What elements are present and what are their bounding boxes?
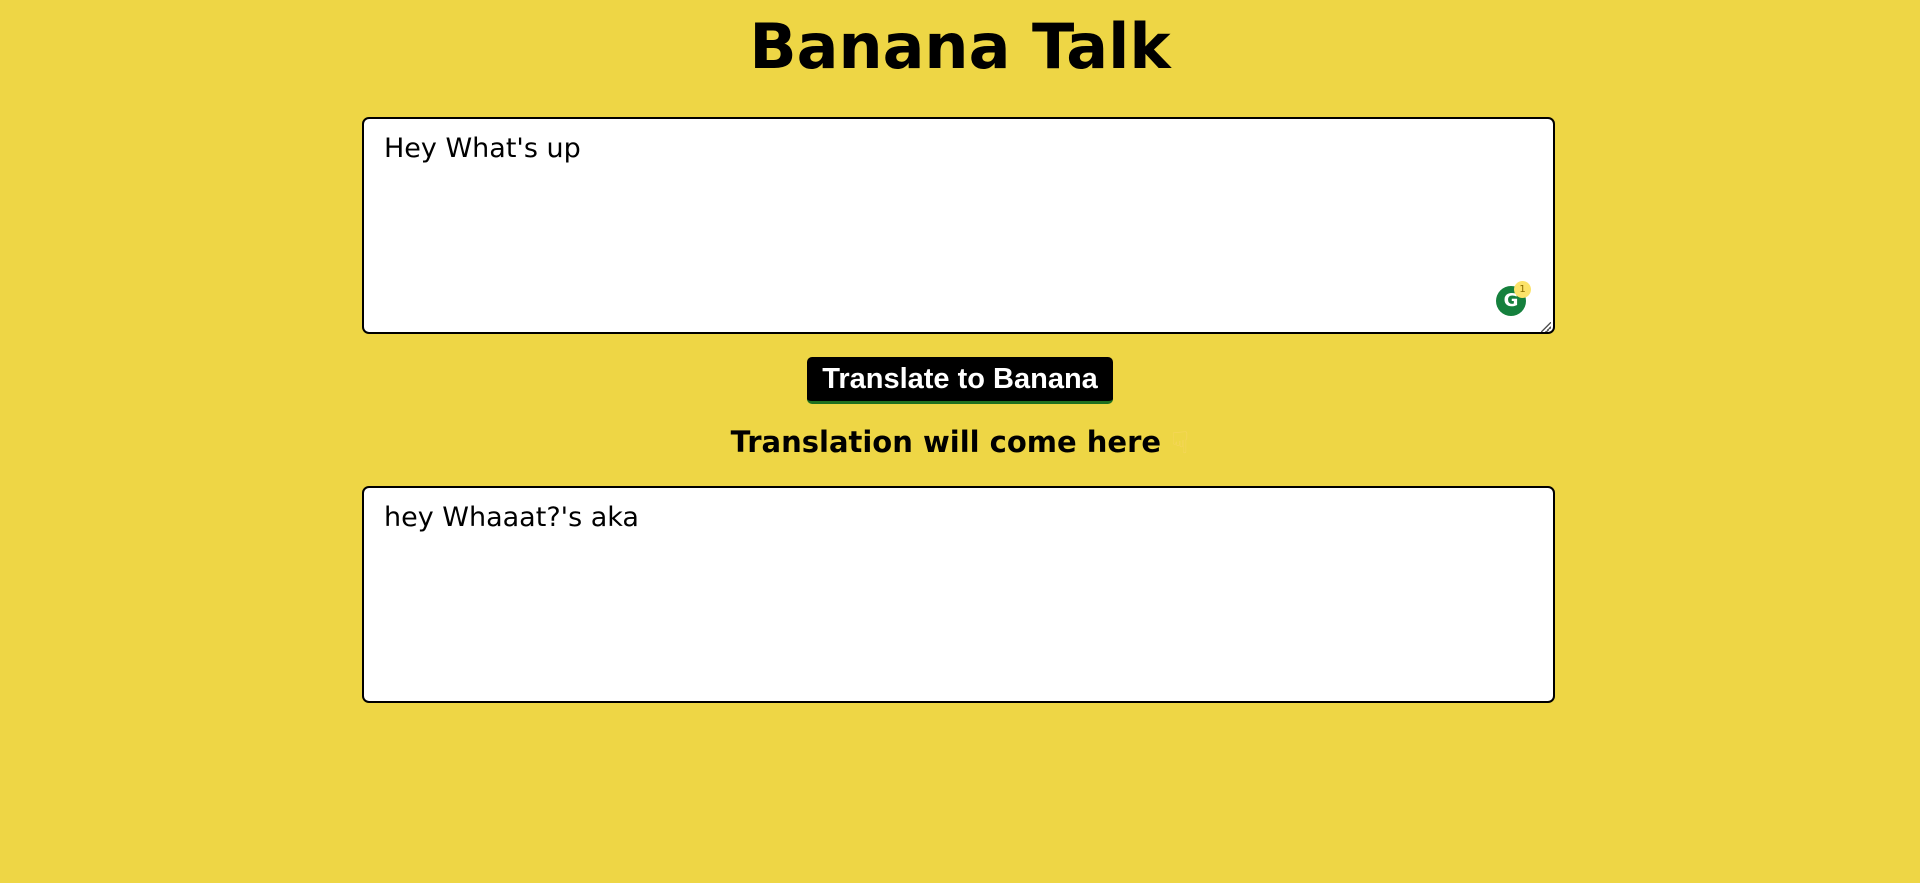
pointing-down-hand-icon: ☟ <box>1171 426 1190 461</box>
grammarly-badge: 1 <box>1514 281 1531 298</box>
output-textarea: hey Whaaat?'s aka <box>362 486 1555 703</box>
page: Banana Talk Hey What's up G 1 Translate … <box>0 0 1920 883</box>
page-title: Banana Talk <box>749 10 1171 83</box>
translate-button[interactable]: Translate to Banana <box>807 357 1113 404</box>
translation-heading: Translation will come here ☟ <box>0 420 1920 466</box>
input-textarea[interactable]: Hey What's up <box>362 117 1555 334</box>
translation-heading-text: Translation will come here <box>730 425 1162 459</box>
resize-handle-icon[interactable] <box>1541 322 1551 332</box>
